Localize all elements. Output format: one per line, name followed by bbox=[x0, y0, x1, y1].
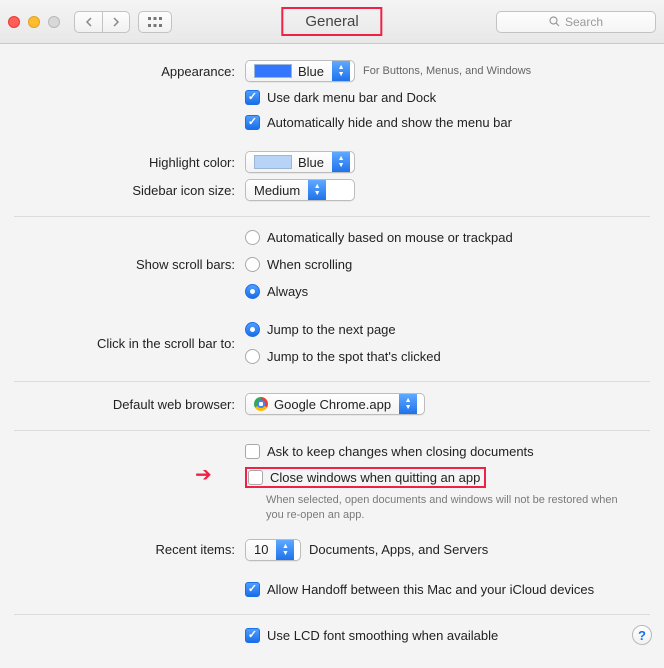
lcd-checkbox[interactable] bbox=[245, 628, 260, 643]
appearance-select[interactable]: Blue ▲▼ bbox=[245, 60, 355, 82]
scroll-when-label: When scrolling bbox=[267, 257, 352, 272]
show-all-button[interactable] bbox=[138, 11, 172, 33]
recent-select[interactable]: 10 ▲▼ bbox=[245, 539, 301, 561]
handoff-checkbox[interactable] bbox=[245, 582, 260, 597]
lightblue-swatch-icon bbox=[254, 155, 292, 169]
scroll-always-radio[interactable] bbox=[245, 284, 260, 299]
annotation-arrow-icon: ➔ bbox=[195, 462, 212, 487]
separator bbox=[14, 381, 650, 382]
highlight-label: Highlight color: bbox=[0, 155, 245, 170]
help-button[interactable]: ? bbox=[632, 625, 652, 645]
chrome-icon bbox=[254, 397, 268, 411]
highlight-select[interactable]: Blue ▲▼ bbox=[245, 151, 355, 173]
scroll-always-label: Always bbox=[267, 284, 308, 299]
jump-page-label: Jump to the next page bbox=[267, 322, 396, 337]
annotation-highlight: Close windows when quitting an app bbox=[245, 467, 486, 488]
highlight-value: Blue bbox=[298, 155, 324, 170]
jump-page-radio[interactable] bbox=[245, 322, 260, 337]
separator bbox=[14, 430, 650, 431]
ask-keep-label: Ask to keep changes when closing documen… bbox=[267, 444, 534, 459]
close-windows-label: Close windows when quitting an app bbox=[270, 470, 480, 485]
sidebar-size-label: Sidebar icon size: bbox=[0, 183, 245, 198]
updown-icon: ▲▼ bbox=[276, 540, 294, 560]
browser-value: Google Chrome.app bbox=[274, 397, 391, 412]
minimize-icon[interactable] bbox=[28, 16, 40, 28]
close-icon[interactable] bbox=[8, 16, 20, 28]
updown-icon: ▲▼ bbox=[399, 394, 417, 414]
chevron-left-icon bbox=[85, 17, 93, 27]
zoom-icon bbox=[48, 16, 60, 28]
blue-swatch-icon bbox=[254, 64, 292, 78]
recent-caption: Documents, Apps, and Servers bbox=[309, 542, 488, 557]
search-placeholder: Search bbox=[565, 15, 603, 29]
scroll-auto-label: Automatically based on mouse or trackpad bbox=[267, 230, 513, 245]
browser-select[interactable]: Google Chrome.app ▲▼ bbox=[245, 393, 425, 415]
auto-hide-label: Automatically hide and show the menu bar bbox=[267, 115, 512, 130]
scroll-when-radio[interactable] bbox=[245, 257, 260, 272]
auto-hide-checkbox[interactable] bbox=[245, 115, 260, 130]
grid-icon bbox=[148, 17, 162, 27]
preferences-window: General Search Appearance: Blue ▲▼ For B… bbox=[0, 0, 664, 668]
appearance-caption: For Buttons, Menus, and Windows bbox=[363, 65, 531, 77]
search-input[interactable]: Search bbox=[496, 11, 656, 33]
search-icon bbox=[549, 16, 560, 27]
appearance-label: Appearance: bbox=[0, 64, 245, 79]
handoff-label: Allow Handoff between this Mac and your … bbox=[267, 582, 594, 597]
scroll-auto-radio[interactable] bbox=[245, 230, 260, 245]
jump-spot-radio[interactable] bbox=[245, 349, 260, 364]
scrollbars-label: Show scroll bars: bbox=[0, 257, 245, 272]
scrollclick-label: Click in the scroll bar to: bbox=[0, 336, 245, 351]
ask-keep-checkbox[interactable] bbox=[245, 444, 260, 459]
close-windows-help: When selected, open documents and window… bbox=[266, 493, 624, 523]
updown-icon: ▲▼ bbox=[332, 61, 350, 81]
lcd-label: Use LCD font smoothing when available bbox=[267, 628, 498, 643]
sidebar-size-value: Medium bbox=[254, 183, 300, 198]
separator bbox=[14, 614, 650, 615]
content-pane: Appearance: Blue ▲▼ For Buttons, Menus, … bbox=[0, 44, 664, 668]
titlebar: General Search bbox=[0, 0, 664, 44]
separator bbox=[14, 216, 650, 217]
browser-label: Default web browser: bbox=[0, 397, 245, 412]
traffic-lights bbox=[8, 16, 60, 28]
back-button[interactable] bbox=[74, 11, 102, 33]
close-windows-checkbox[interactable] bbox=[248, 470, 263, 485]
forward-button[interactable] bbox=[102, 11, 130, 33]
window-title: General bbox=[281, 7, 382, 36]
chevron-right-icon bbox=[112, 17, 120, 27]
sidebar-size-select[interactable]: Medium ▲▼ bbox=[245, 179, 355, 201]
recent-value: 10 bbox=[254, 542, 268, 557]
updown-icon: ▲▼ bbox=[332, 152, 350, 172]
appearance-value: Blue bbox=[298, 64, 324, 79]
recent-label: Recent items: bbox=[0, 542, 245, 557]
dark-menu-label: Use dark menu bar and Dock bbox=[267, 90, 436, 105]
jump-spot-label: Jump to the spot that's clicked bbox=[267, 349, 441, 364]
updown-icon: ▲▼ bbox=[308, 180, 326, 200]
nav-buttons bbox=[74, 11, 130, 33]
dark-menu-checkbox[interactable] bbox=[245, 90, 260, 105]
